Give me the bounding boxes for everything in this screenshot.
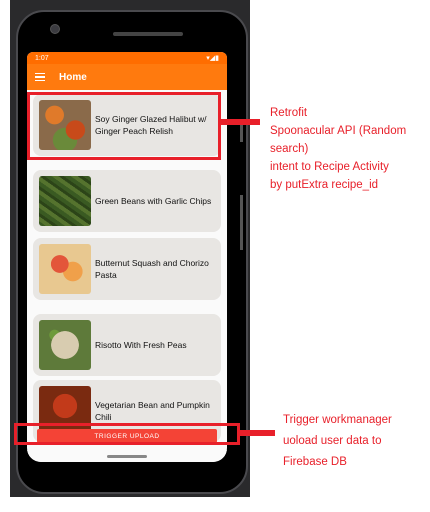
nav-bar (27, 450, 227, 462)
status-time: 1:07 (35, 54, 49, 62)
recipe-image (39, 320, 91, 370)
status-icons: ▾◢▮ (206, 54, 219, 62)
hamburger-menu-icon[interactable] (35, 72, 45, 82)
volume-button (240, 195, 243, 250)
highlight-box-first-card (27, 92, 221, 160)
highlight-box-upload (14, 423, 240, 445)
note-line: Firebase DB (283, 456, 347, 468)
app-bar-title: Home (59, 71, 87, 83)
recipe-image (39, 176, 91, 226)
note-line: Spoonacular API (Random (270, 125, 407, 137)
recipe-card[interactable]: Green Beans with Garlic Chips (33, 170, 221, 232)
recipe-card[interactable]: Risotto With Fresh Peas (33, 314, 221, 376)
recipe-image (39, 244, 91, 294)
status-icons-glyphs: ▾◢▮ (206, 55, 219, 62)
annotation-arrow-top (218, 119, 260, 125)
note-line: search) (270, 143, 309, 155)
recipe-title: Butternut Squash and Chorizo Pasta (95, 258, 209, 280)
camera-icon (50, 24, 60, 34)
note-line: Retrofit (270, 107, 308, 119)
note-line: uoload user data to (283, 435, 382, 447)
recipe-title: Risotto With Fresh Peas (95, 340, 187, 350)
home-gesture-icon[interactable] (107, 455, 147, 458)
recipe-card[interactable]: Butternut Squash and Chorizo Pasta (33, 238, 221, 300)
app-bar: Home (27, 64, 227, 90)
status-bar: 1:07 ▾◢▮ (27, 52, 227, 64)
speaker-grille (113, 32, 183, 36)
annotation-note-workmanager: Trigger workmanager uoload user data to … (283, 410, 392, 473)
note-line: by putExtra recipe_id (270, 179, 379, 191)
recipe-title: Green Beans with Garlic Chips (95, 196, 212, 206)
annotation-arrow-bottom (237, 430, 275, 436)
annotation-note-retrofit: Retrofit Spoonacular API (Random search)… (270, 104, 406, 194)
note-line: intent to Recipe Activity (270, 161, 389, 173)
note-line: Trigger workmanager (283, 414, 392, 426)
recipe-title: Vegetarian Bean and Pumpkin Chili (95, 400, 210, 422)
